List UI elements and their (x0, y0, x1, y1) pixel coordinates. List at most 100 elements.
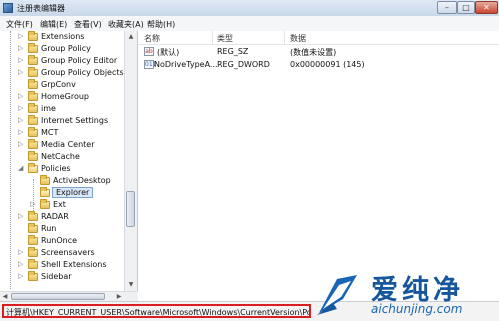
open-folder-icon (40, 187, 50, 197)
tree-item-grpconv[interactable]: GrpConv (0, 79, 124, 91)
expand-arrow-icon[interactable]: ▷ (18, 104, 23, 112)
value-row-default[interactable]: ab (默认) REG_SZ (数值未设置) (138, 46, 499, 58)
tree-item-internet-settings[interactable]: ▷ Internet Settings (0, 115, 124, 127)
expand-arrow-icon[interactable]: ▷ (18, 44, 23, 52)
tree-item-label: GrpConv (41, 80, 76, 89)
expand-arrow-icon[interactable]: ▷ (18, 92, 23, 100)
expand-arrow-icon[interactable]: ▷ (18, 56, 23, 64)
folder-icon (28, 127, 38, 137)
registry-path-text: 计算机\HKEY_CURRENT_USER\Software\Microsoft… (6, 308, 311, 317)
expand-arrow-icon[interactable]: ▷ (18, 140, 23, 148)
tree-item-mct[interactable]: ▷ MCT (0, 127, 124, 139)
column-type-header[interactable]: 类型 (217, 33, 233, 44)
tree-item-group-policy[interactable]: ▷ Group Policy (0, 43, 124, 55)
tree-item-ext[interactable]: ▷ Ext (0, 199, 124, 211)
title-bar[interactable]: 注册表编辑器 – □ ✕ (0, 0, 499, 17)
column-data-header[interactable]: 数据 (290, 33, 306, 44)
tree-item-group-policy-editor[interactable]: ▷ Group Policy Editor (0, 55, 124, 67)
folder-icon (28, 247, 38, 257)
tree-item-sidebar[interactable]: ▷ Sidebar (0, 271, 124, 283)
value-name: NoDriveTypeA... (154, 60, 218, 69)
folder-icon (28, 271, 38, 281)
expand-arrow-icon[interactable]: ▷ (18, 128, 23, 136)
value-type: REG_SZ (217, 47, 249, 56)
menu-bar: 文件(F) 编辑(E) 查看(V) 收藏夹(A) 帮助(H) (0, 16, 499, 32)
expand-arrow-icon[interactable]: ▷ (18, 248, 23, 256)
scroll-down-arrow-icon[interactable]: ▼ (125, 279, 137, 291)
tree-item-activedesktop[interactable]: ActiveDesktop (0, 175, 124, 187)
open-folder-icon (28, 163, 38, 173)
tree-vertical-scrollbar[interactable]: ▲ ▼ (124, 31, 137, 291)
folder-icon (40, 175, 50, 185)
column-name-header[interactable]: 名称 (144, 33, 160, 44)
value-data: (数值未设置) (290, 48, 337, 57)
expand-arrow-icon[interactable]: ▷ (18, 272, 23, 280)
folder-icon (28, 67, 38, 77)
menu-edit[interactable]: 编辑(E) (40, 19, 67, 30)
vertical-scroll-thumb[interactable] (126, 191, 135, 227)
values-column-header: 名称 类型 数据 (138, 31, 499, 45)
tree-item-label: Group Policy Editor (41, 56, 118, 65)
tree-item-label: NetCache (41, 152, 80, 161)
folder-icon (40, 199, 50, 209)
folder-icon (28, 43, 38, 53)
value-data: 0x00000091 (145) (290, 60, 365, 69)
tree-item-extensions[interactable]: ▷ Extensions (0, 31, 124, 43)
minimize-button[interactable]: – (437, 1, 457, 14)
expand-arrow-icon[interactable]: ▷ (18, 212, 23, 220)
expand-arrow-icon[interactable]: ▷ (18, 116, 23, 124)
tree-item-label: Group Policy (41, 44, 91, 53)
status-path-highlight: 计算机\HKEY_CURRENT_USER\Software\Microsoft… (2, 304, 311, 318)
folder-icon (28, 151, 38, 161)
window-title: 注册表编辑器 (17, 4, 65, 13)
menu-help[interactable]: 帮助(H) (147, 19, 175, 30)
close-button[interactable]: ✕ (475, 1, 498, 14)
registry-values-list[interactable]: 名称 类型 数据 ab (默认) REG_SZ (数值未设置) 011 NoDr… (138, 31, 499, 301)
expand-arrow-icon[interactable]: ▷ (18, 32, 23, 40)
site-watermark: 爱纯净 aichunjing.com (311, 266, 499, 321)
horizontal-scroll-thumb[interactable] (11, 293, 105, 300)
column-divider[interactable] (284, 31, 285, 44)
folder-icon (28, 211, 38, 221)
binary-value-icon: 011 (144, 60, 157, 69)
tree-item-label: Internet Settings (41, 116, 109, 125)
collapse-arrow-icon[interactable]: ◢ (18, 164, 23, 172)
tree-item-label: RADAR (41, 212, 69, 221)
tree-item-netcache[interactable]: NetCache (0, 151, 124, 163)
tree-item-media-center[interactable]: ▷ Media Center (0, 139, 124, 151)
column-divider[interactable] (212, 31, 213, 44)
tree-item-label: Media Center (41, 140, 95, 149)
watermark-url: aichunjing.com (371, 302, 463, 316)
menu-favorites[interactable]: 收藏夹(A) (108, 19, 144, 30)
tree-item-label: Explorer (52, 187, 94, 198)
tree-item-label: ActiveDesktop (53, 176, 111, 185)
tree-item-label: HomeGroup (41, 92, 89, 101)
tree-item-shell-extensions[interactable]: ▷ Shell Extensions (0, 259, 124, 271)
scroll-up-arrow-icon[interactable]: ▲ (125, 31, 137, 43)
tree-item-policies[interactable]: ◢ Policies (0, 163, 124, 175)
folder-icon (28, 91, 38, 101)
tree-item-homegroup[interactable]: ▷ HomeGroup (0, 91, 124, 103)
folder-icon (28, 139, 38, 149)
tree-item-screensavers[interactable]: ▷ Screensavers (0, 247, 124, 259)
tree-item-run[interactable]: Run (0, 223, 124, 235)
regedit-app-icon[interactable] (3, 3, 13, 13)
expand-arrow-icon[interactable]: ▷ (18, 260, 23, 268)
maximize-button[interactable]: □ (457, 1, 475, 14)
tree-item-label: RunOnce (41, 236, 78, 245)
tree-item-ime[interactable]: ▷ ime (0, 103, 124, 115)
tree-item-group-policy-objects[interactable]: ▷ Group Policy Objects (0, 67, 124, 79)
expand-arrow-icon[interactable]: ▷ (18, 68, 23, 76)
registry-key-tree[interactable]: ▷ Extensions ▷ Group Policy ▷ Group Poli… (0, 31, 138, 291)
tree-item-runonce[interactable]: RunOnce (0, 235, 124, 247)
tree-item-radar[interactable]: ▷ RADAR (0, 211, 124, 223)
menu-file[interactable]: 文件(F) (6, 19, 33, 30)
watermark-logo-icon (317, 275, 357, 315)
tree-item-label: Shell Extensions (41, 260, 107, 269)
value-row-nodrivetypeautorun[interactable]: 011 NoDriveTypeA... REG_DWORD 0x00000091… (138, 59, 499, 71)
expand-arrow-icon[interactable]: ▷ (30, 200, 35, 208)
tree-item-label: Run (41, 224, 57, 233)
menu-view[interactable]: 查看(V) (74, 19, 102, 30)
tree-item-explorer[interactable]: Explorer (0, 187, 124, 199)
tree-item-label: MCT (41, 128, 59, 137)
